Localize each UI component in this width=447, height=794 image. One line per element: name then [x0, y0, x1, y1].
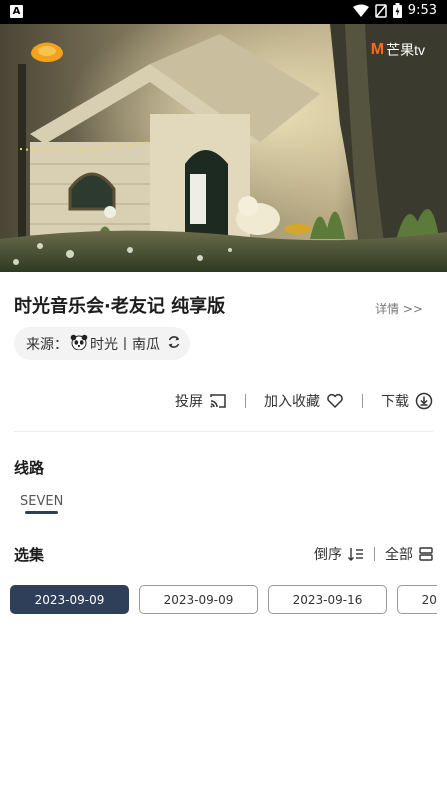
route-tab-seven[interactable]: SEVEN: [20, 494, 63, 509]
episode-item[interactable]: 2023-09-16: [268, 585, 387, 614]
notification-a-icon: A: [10, 5, 23, 18]
episodes-heading: 选集: [14, 546, 45, 564]
episode-item[interactable]: 2023-09-09: [139, 585, 258, 614]
sort-label: 倒序: [314, 547, 342, 563]
route-tab-indicator: [25, 511, 58, 514]
cast-label: 投屏: [175, 394, 203, 410]
action-bar: 投屏 加入收藏 下载: [175, 388, 433, 414]
all-label: 全部: [385, 547, 413, 563]
panda-icon: [70, 334, 88, 354]
video-frame: [0, 24, 447, 272]
favorite-button[interactable]: 加入收藏: [264, 391, 344, 411]
source-name: 时光丨南瓜: [90, 336, 160, 353]
download-button[interactable]: 下载: [381, 391, 433, 411]
channel-logo-icon: [30, 39, 64, 63]
no-sim-icon: [375, 3, 387, 18]
show-title: 时光音乐会·老友记 纯享版: [14, 296, 226, 317]
separator: [362, 394, 363, 408]
divider: [14, 431, 433, 432]
heart-icon: [327, 393, 343, 408]
separator: [374, 547, 375, 561]
battery-icon: [392, 3, 402, 18]
status-bar: A 9:53: [0, 0, 447, 24]
download-icon: [415, 392, 433, 410]
wifi-icon: [352, 4, 369, 17]
separator: [245, 394, 246, 408]
clock: 9:53: [407, 3, 437, 18]
list-view-icon: [419, 547, 433, 561]
episode-item[interactable]: 2023-09-16: [397, 585, 437, 614]
episode-list: 2023-09-09 2023-09-09 2023-09-16 2023-09…: [10, 585, 437, 614]
routes-heading: 线路: [14, 459, 45, 477]
video-player[interactable]: M 芒果tv: [0, 24, 447, 272]
sort-icon: [348, 548, 363, 561]
favorite-label: 加入收藏: [264, 394, 320, 410]
watermark: M 芒果tv: [371, 40, 425, 60]
cast-button[interactable]: 投屏: [175, 391, 227, 411]
watermark-text: 芒果tv: [386, 42, 425, 58]
sort-button[interactable]: 倒序: [314, 544, 364, 564]
source-selector[interactable]: 来源： 时光丨南瓜: [14, 327, 190, 360]
details-link[interactable]: 详情 >>: [375, 300, 423, 317]
episode-controls: 倒序 全部: [314, 544, 433, 564]
download-label: 下载: [381, 394, 409, 410]
cast-icon: [210, 394, 226, 408]
episode-item[interactable]: 2023-09-09: [10, 585, 129, 614]
source-prefix: 来源：: [26, 336, 68, 353]
mgtv-m-icon: M: [370, 41, 385, 58]
all-episodes-button[interactable]: 全部: [385, 544, 433, 564]
refresh-icon[interactable]: [166, 334, 182, 354]
status-icons: 9:53: [352, 3, 437, 18]
